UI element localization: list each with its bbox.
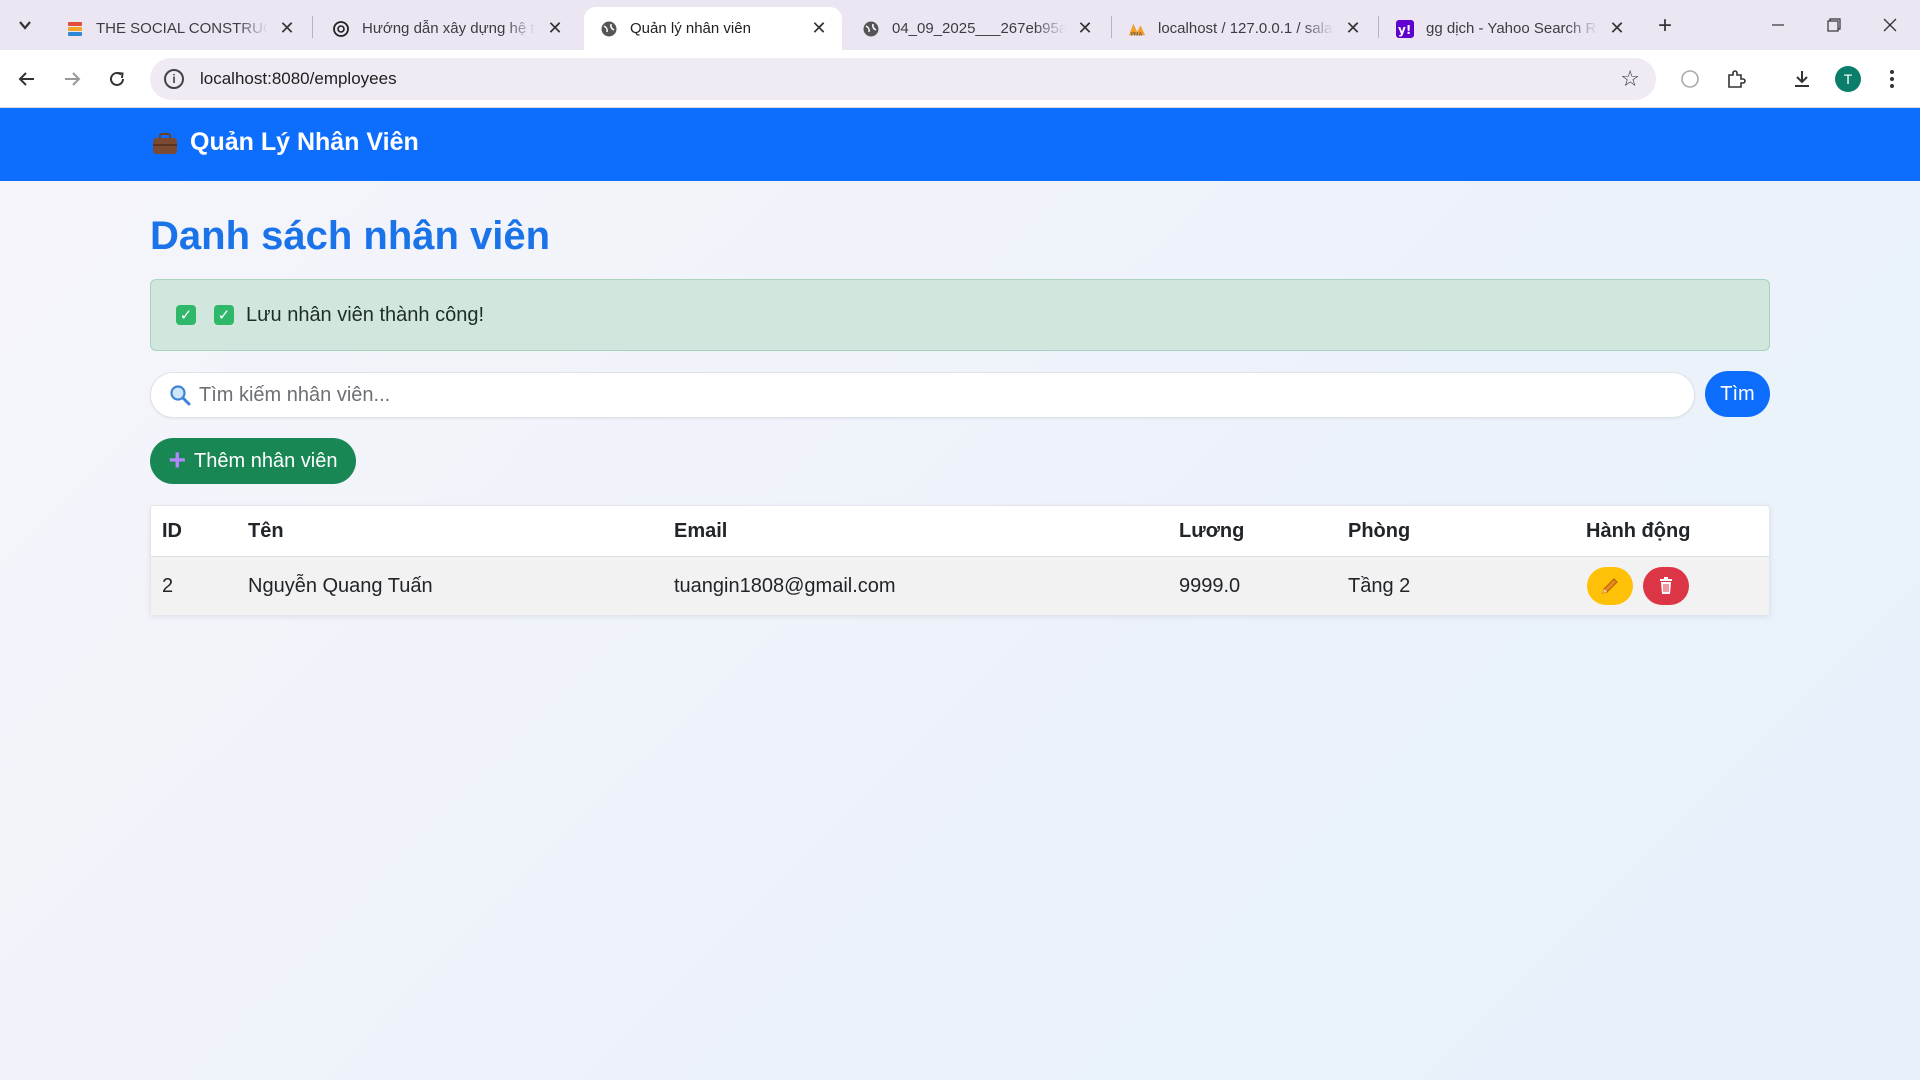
alert-message: Lưu nhân viên thành công! bbox=[246, 303, 485, 326]
cell-email: tuangin1808@gmail.com bbox=[674, 574, 896, 597]
app-navbar: Quản Lý Nhân Viên bbox=[0, 108, 1920, 181]
new-tab-icon[interactable]: + bbox=[1651, 12, 1679, 40]
header-salary: Lương bbox=[1179, 519, 1245, 542]
close-tab-icon[interactable]: ✕ bbox=[808, 18, 830, 40]
cell-id: 2 bbox=[162, 574, 174, 597]
url-text: localhost:8080/employees bbox=[200, 69, 397, 88]
browser-toolbar: i localhost:8080/employees ☆ bbox=[0, 50, 1920, 108]
extension-compass-icon[interactable] bbox=[1674, 63, 1706, 95]
phpmyadmin-icon: PMA bbox=[1128, 20, 1146, 38]
trash-icon bbox=[1660, 577, 1672, 594]
close-tab-icon[interactable]: ✕ bbox=[276, 18, 298, 40]
check-icon: ✓ bbox=[176, 305, 196, 325]
search-button[interactable]: Tìm bbox=[1705, 371, 1770, 417]
tab-divider bbox=[1378, 16, 1379, 38]
tab-6[interactable]: y! gg dịch - Yahoo Search Results ✕ bbox=[1380, 7, 1640, 50]
check-icon: ✓ bbox=[214, 305, 234, 325]
search-input[interactable] bbox=[199, 383, 1649, 407]
employee-table: ID Tên Email Lương Phòng Hành động 2 Ngu… bbox=[150, 505, 1770, 615]
tab-5[interactable]: PMA localhost / 127.0.0.1 / salary ✕ bbox=[1112, 7, 1376, 50]
close-window-icon[interactable] bbox=[1862, 0, 1918, 50]
address-bar[interactable]: i localhost:8080/employees ☆ bbox=[150, 58, 1656, 100]
colorful-logo-icon bbox=[66, 20, 84, 38]
add-employee-label: Thêm nhân viên bbox=[194, 449, 338, 472]
download-icon[interactable] bbox=[1786, 63, 1818, 95]
close-tab-icon[interactable]: ✕ bbox=[1606, 18, 1628, 40]
forward-icon[interactable] bbox=[55, 62, 89, 96]
svg-text:PMA: PMA bbox=[1131, 32, 1143, 38]
restore-icon[interactable] bbox=[1806, 0, 1862, 50]
tab-1[interactable]: THE SOCIAL CONSTRUCTIVISM ✕ bbox=[50, 7, 310, 50]
cell-name: Nguyễn Quang Tuấn bbox=[248, 574, 433, 597]
header-name: Tên bbox=[248, 519, 284, 542]
tab-2[interactable]: Hướng dẫn xây dựng hệ thống ✕ bbox=[316, 7, 578, 50]
brand-text: Quản Lý Nhân Viên bbox=[190, 128, 419, 156]
minimize-icon[interactable] bbox=[1750, 0, 1806, 50]
bookmark-star-icon[interactable]: ☆ bbox=[1620, 66, 1640, 92]
close-tab-icon[interactable]: ✕ bbox=[544, 18, 566, 40]
tab-title: gg dịch - Yahoo Search Results bbox=[1426, 20, 1598, 37]
tab-title: localhost / 127.0.0.1 / salary bbox=[1158, 20, 1334, 37]
extensions-puzzle-icon[interactable] bbox=[1720, 63, 1752, 95]
table-header: ID Tên Email Lương Phòng Hành động bbox=[151, 506, 1769, 557]
browser-tab-strip: THE SOCIAL CONSTRUCTIVISM ✕ Hướng dẫn xâ… bbox=[0, 0, 1920, 50]
row-actions bbox=[1587, 557, 1699, 615]
chevron-down-icon bbox=[19, 21, 31, 30]
header-department: Phòng bbox=[1348, 519, 1411, 542]
reload-icon[interactable] bbox=[100, 62, 134, 96]
site-info-icon[interactable]: i bbox=[164, 69, 184, 89]
tab-title: Quản lý nhân viên bbox=[630, 20, 751, 37]
plus-icon: + bbox=[168, 444, 187, 477]
edit-button[interactable] bbox=[1587, 567, 1633, 605]
back-icon[interactable] bbox=[10, 62, 44, 96]
profile-avatar[interactable]: T bbox=[1835, 66, 1861, 92]
success-alert: ✓ ✓ Lưu nhân viên thành công! bbox=[150, 279, 1770, 351]
tab-divider bbox=[312, 16, 313, 38]
header-email: Email bbox=[674, 519, 728, 542]
header-id: ID bbox=[162, 519, 182, 542]
openai-icon bbox=[332, 20, 350, 38]
tab-title: THE SOCIAL CONSTRUCTIVISM bbox=[96, 20, 268, 37]
yahoo-icon: y! bbox=[1396, 19, 1414, 38]
svg-text:y!: y! bbox=[1398, 23, 1411, 37]
search-icon bbox=[169, 384, 191, 406]
page-viewport: Quản Lý Nhân Viên Danh sách nhân viên ✓ … bbox=[0, 108, 1920, 1080]
pencil-icon bbox=[1602, 578, 1618, 594]
cell-salary: 9999.0 bbox=[1179, 574, 1241, 597]
close-tab-icon[interactable]: ✕ bbox=[1074, 18, 1096, 40]
page-title: Danh sách nhân viên bbox=[150, 214, 551, 258]
table-row: 2 Nguyễn Quang Tuấn tuangin1808@gmail.co… bbox=[151, 557, 1769, 615]
globe-icon bbox=[600, 20, 618, 38]
search-box bbox=[150, 372, 1695, 418]
tab-title: 04_09_2025___267eb95ab4 bbox=[892, 20, 1066, 37]
tab-3-active[interactable]: Quản lý nhân viên ✕ bbox=[584, 7, 842, 50]
delete-button[interactable] bbox=[1643, 567, 1689, 605]
header-actions: Hành động bbox=[1586, 519, 1691, 542]
briefcase-icon bbox=[152, 132, 178, 154]
globe-icon bbox=[862, 20, 880, 38]
cell-department: Tầng 2 bbox=[1348, 574, 1411, 597]
tab-title: Hướng dẫn xây dựng hệ thống bbox=[362, 20, 536, 37]
add-employee-button[interactable]: + Thêm nhân viên bbox=[150, 438, 356, 484]
tab-search-button[interactable] bbox=[8, 11, 42, 39]
close-tab-icon[interactable]: ✕ bbox=[1342, 18, 1364, 40]
tab-4[interactable]: 04_09_2025___267eb95ab4 ✕ bbox=[846, 7, 1108, 50]
menu-kebab-icon[interactable] bbox=[1876, 63, 1908, 95]
navbar-brand[interactable]: Quản Lý Nhân Viên bbox=[152, 128, 419, 157]
